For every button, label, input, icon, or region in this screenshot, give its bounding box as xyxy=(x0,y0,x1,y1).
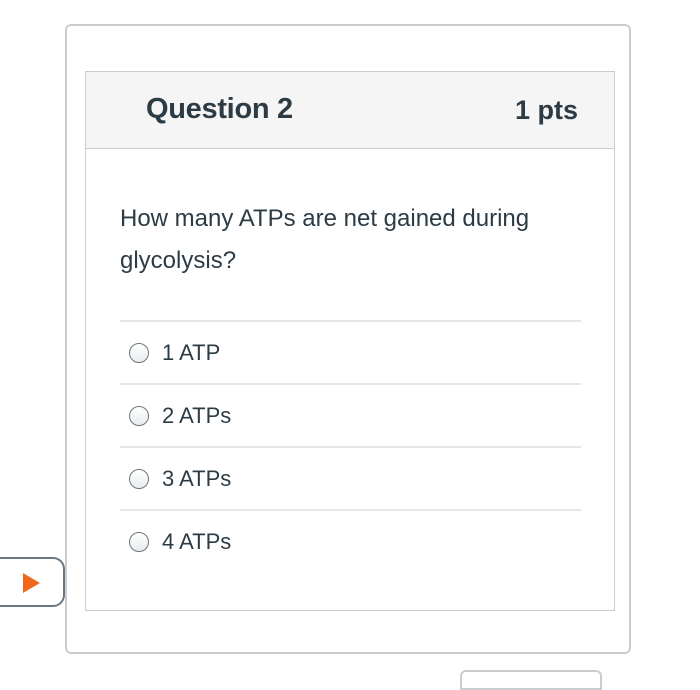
question-text: How many ATPs are net gained during glyc… xyxy=(120,205,530,274)
answer-option-4[interactable]: 4 ATPs xyxy=(120,509,581,572)
answer-radio-4[interactable] xyxy=(129,531,149,552)
answer-radio-2[interactable] xyxy=(129,405,149,426)
bottom-tab[interactable] xyxy=(460,670,602,690)
answer-option-3[interactable]: 3 ATPs xyxy=(120,446,581,509)
play-button[interactable] xyxy=(0,557,65,607)
question-title: Question 2 xyxy=(146,93,293,125)
question-header: Question 2 1 pts xyxy=(86,72,614,149)
answer-option-1[interactable]: 1 ATP xyxy=(120,320,581,383)
answer-option-2[interactable]: 2 ATPs xyxy=(120,383,581,446)
question-points: 1 pts xyxy=(514,95,578,125)
answer-label-3[interactable]: 3 ATPs xyxy=(162,466,231,492)
answer-label-4[interactable]: 4 ATPs xyxy=(162,529,231,555)
question-card: Question 2 1 pts How many ATPs are net g… xyxy=(85,71,615,611)
answer-label-2[interactable]: 2 ATPs xyxy=(162,403,231,429)
answer-radio-1[interactable] xyxy=(129,342,149,363)
play-icon xyxy=(23,573,40,593)
answer-radio-3[interactable] xyxy=(129,468,149,489)
answer-label-1[interactable]: 1 ATP xyxy=(162,340,220,366)
answer-list: 1 ATP 2 ATPs 3 ATPs 4 ATPs xyxy=(120,320,581,572)
